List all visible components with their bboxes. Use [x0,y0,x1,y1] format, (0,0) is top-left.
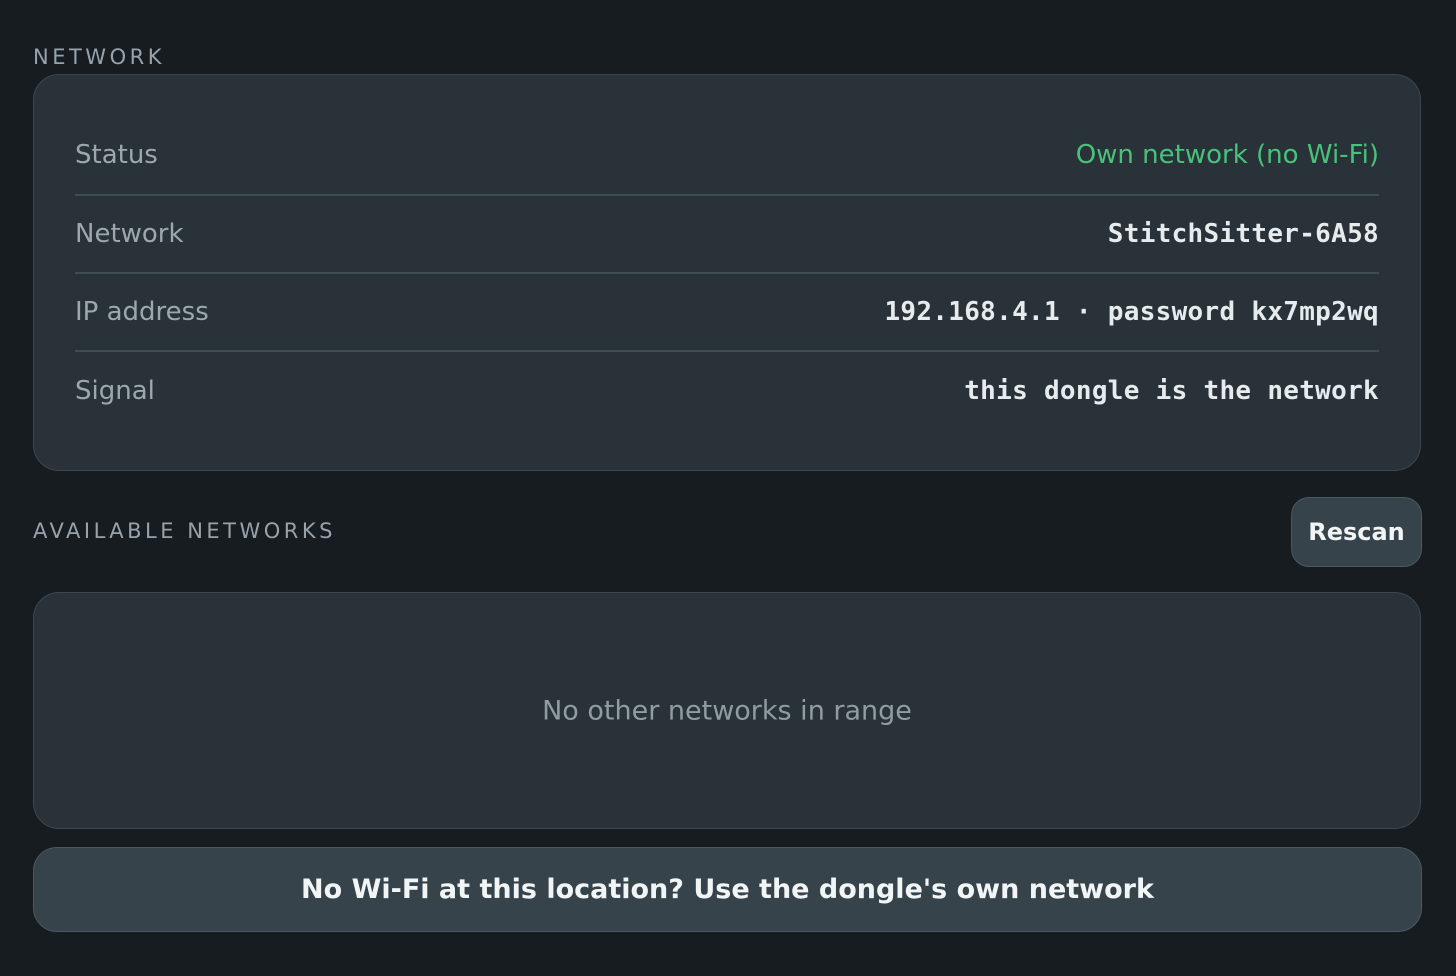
ip-address-value: 192.168.4.1 · password kx7mp2wq [884,297,1379,327]
signal-label: Signal [75,376,155,406]
signal-value: this dongle is the network [964,376,1379,406]
network-name-value: StitchSitter-6A58 [1107,219,1379,249]
info-row-ip-address: IP address 192.168.4.1 · password kx7mp2… [75,274,1379,352]
no-networks-message: No other networks in range [542,695,912,726]
available-networks-heading: AVAILABLE NETWORKS [33,519,336,543]
network-settings-page: NETWORK Status Own network (no Wi-Fi) Ne… [0,0,1456,976]
info-row-network: Network StitchSitter-6A58 [75,196,1379,274]
use-own-network-button[interactable]: No Wi-Fi at this location? Use the dongl… [33,847,1422,932]
network-info-card: Status Own network (no Wi-Fi) Network St… [33,74,1421,471]
ip-address-label: IP address [75,297,209,327]
info-row-signal: Signal this dongle is the network [75,352,1379,430]
network-section-heading: NETWORK [33,45,165,69]
status-label: Status [75,140,158,170]
network-label: Network [75,219,184,249]
available-networks-list: No other networks in range [33,592,1421,829]
status-value: Own network (no Wi-Fi) [1075,140,1379,170]
network-info-list: Status Own network (no Wi-Fi) Network St… [75,116,1379,430]
rescan-button[interactable]: Rescan [1291,497,1422,567]
info-row-status: Status Own network (no Wi-Fi) [75,116,1379,196]
